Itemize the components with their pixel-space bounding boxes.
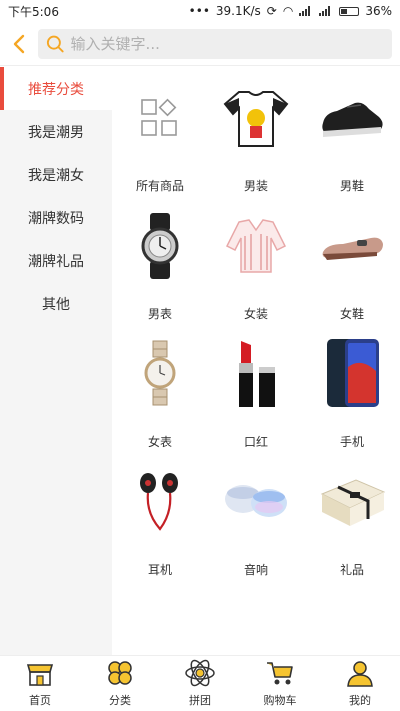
- group-atom-icon: [183, 656, 217, 690]
- wifi-icon: ◠: [282, 4, 294, 18]
- battery-icon: [339, 6, 360, 16]
- cart-icon: [263, 656, 297, 690]
- signal-icon: [319, 6, 333, 16]
- search-icon: [46, 35, 64, 52]
- category-clover-icon: [103, 656, 137, 690]
- category-mens-watch[interactable]: 男表: [112, 209, 208, 337]
- all-products-icon: [123, 81, 197, 155]
- mens-watch-icon: [123, 209, 197, 283]
- user-icon: [343, 656, 377, 690]
- signal-icon: [299, 6, 313, 16]
- home-store-icon: [23, 656, 57, 690]
- category-grid: 所有商品 男装 男鞋 男表 女装 女鞋 女表 口红 手机 耳机 音响 礼品: [112, 67, 400, 655]
- status-bar: 下午5:06 ••• 39.1K/s ⟳ ◠ 36%: [0, 0, 400, 22]
- phone-icon: [315, 337, 389, 411]
- search-box[interactable]: [38, 28, 392, 59]
- womens-watch-icon: [123, 337, 197, 411]
- category-earphones[interactable]: 耳机: [112, 465, 208, 593]
- gift-box-icon: [315, 465, 389, 539]
- flat-shoe-icon: [315, 209, 389, 283]
- earphones-icon: [123, 465, 197, 539]
- tab-category[interactable]: 分类: [80, 656, 160, 711]
- lipstick-icon: [219, 337, 293, 411]
- network-speed: 39.1K/s: [215, 4, 261, 18]
- mens-shoe-icon: [315, 81, 389, 155]
- blouse-icon: [219, 209, 293, 283]
- category-sidebar: 推荐分类 我是潮男 我是潮女 潮牌数码 潮牌礼品 其他: [0, 67, 112, 655]
- sync-icon: ⟳: [266, 4, 277, 18]
- category-menswear[interactable]: 男装: [208, 81, 304, 209]
- speaker-icon: [219, 465, 293, 539]
- back-button[interactable]: [12, 34, 26, 54]
- sidebar-item-recommended[interactable]: 推荐分类: [0, 67, 112, 110]
- bottom-tab-bar: 首页 分类 拼团 购物车 我的: [0, 655, 400, 711]
- tab-group-buy[interactable]: 拼团: [160, 656, 240, 711]
- category-mens-shoes[interactable]: 男鞋: [304, 81, 400, 209]
- tab-cart[interactable]: 购物车: [240, 656, 320, 711]
- sidebar-item-men[interactable]: 我是潮男: [0, 110, 112, 153]
- search-input[interactable]: [70, 34, 384, 53]
- category-content: 推荐分类 我是潮男 我是潮女 潮牌数码 潮牌礼品 其他 所有商品 男装 男鞋 男…: [0, 67, 400, 655]
- category-womens-watch[interactable]: 女表: [112, 337, 208, 465]
- sidebar-item-other[interactable]: 其他: [0, 282, 112, 325]
- sidebar-item-digital[interactable]: 潮牌数码: [0, 196, 112, 239]
- tab-home[interactable]: 首页: [0, 656, 80, 711]
- sidebar-item-women[interactable]: 我是潮女: [0, 153, 112, 196]
- tshirt-icon: [219, 81, 293, 155]
- category-phone[interactable]: 手机: [304, 337, 400, 465]
- category-womenswear[interactable]: 女装: [208, 209, 304, 337]
- search-header: [0, 22, 400, 66]
- category-lipstick[interactable]: 口红: [208, 337, 304, 465]
- status-time: 下午5:06: [8, 4, 59, 19]
- category-all-products[interactable]: 所有商品: [112, 81, 208, 209]
- tab-profile[interactable]: 我的: [320, 656, 400, 711]
- more-dots-icon: •••: [188, 4, 210, 18]
- category-gift[interactable]: 礼品: [304, 465, 400, 593]
- chevron-left-icon: [13, 34, 25, 53]
- sidebar-item-gifts[interactable]: 潮牌礼品: [0, 239, 112, 282]
- battery-level: 36%: [365, 4, 392, 18]
- category-speaker[interactable]: 音响: [208, 465, 304, 593]
- category-womens-shoes[interactable]: 女鞋: [304, 209, 400, 337]
